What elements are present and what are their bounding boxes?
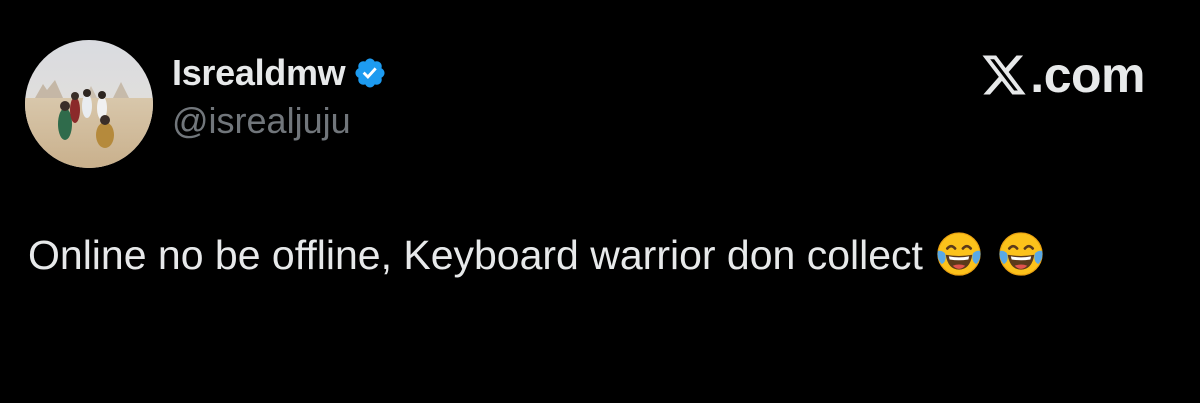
- handle[interactable]: @isrealjuju: [172, 100, 387, 142]
- name-row: Isrealdmw: [172, 50, 387, 96]
- tweet-text: Online no be offline, Keyboard warrior d…: [28, 228, 1158, 282]
- brand-watermark: .com: [980, 44, 1145, 106]
- face-with-tears-of-joy-icon: [934, 229, 984, 279]
- brand-domain: .com: [1030, 47, 1145, 103]
- verified-badge-icon: [353, 56, 387, 90]
- display-name[interactable]: Isrealdmw: [172, 52, 346, 94]
- avatar[interactable]: [25, 40, 153, 168]
- x-logo-icon: [980, 51, 1028, 99]
- face-with-tears-of-joy-icon: [996, 229, 1046, 279]
- tweet-body: Online no be offline, Keyboard warrior d…: [28, 232, 923, 278]
- desert-figures-avatar-icon: [25, 40, 153, 168]
- author-identity: Isrealdmw @isrealjuju: [172, 50, 387, 142]
